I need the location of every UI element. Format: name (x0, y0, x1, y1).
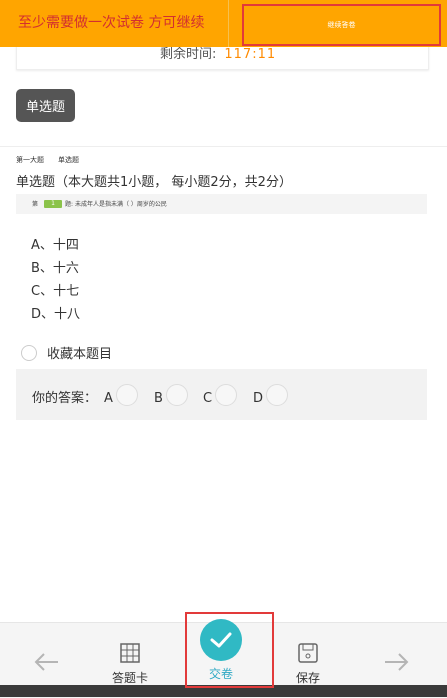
next-arrow-icon[interactable] (384, 650, 410, 674)
section-type: 单选题 (58, 156, 79, 164)
question-text: 题: 未成年人是指未满（ ）周岁的公民 (65, 201, 167, 208)
answer-radio-b[interactable] (165, 384, 188, 406)
answer-choice-d[interactable]: D (253, 381, 289, 406)
timer-value: 117:11 (224, 47, 277, 62)
save-icon (298, 643, 318, 663)
answer-choice-b[interactable]: B (154, 381, 188, 406)
divider (0, 146, 447, 147)
answer-card-button[interactable]: 答题卡 (112, 641, 148, 686)
answer-choice-label: C (203, 391, 213, 406)
banner-divider (228, 0, 229, 47)
answer-card-icon (120, 643, 140, 663)
question-number-badge: 1 (44, 199, 63, 208)
submit-button[interactable]: 交卷 (200, 619, 242, 682)
answer-choice-a[interactable]: A (104, 381, 138, 406)
notice-text: 至少需要做一次试卷 方可继续 (18, 15, 205, 31)
option-b: B、十六 (31, 261, 79, 276)
answer-label: 你的答案： (32, 391, 98, 406)
save-button[interactable]: 保存 (296, 641, 320, 686)
timer-label: 剩余时间: (160, 47, 217, 62)
previous-arrow-icon[interactable] (33, 650, 59, 674)
check-icon (200, 619, 242, 661)
option-d: D、十八 (31, 307, 81, 322)
answer-radio-a[interactable] (115, 384, 138, 406)
answer-radio-c[interactable] (215, 384, 238, 406)
option-c: C、十七 (31, 284, 80, 299)
favorite-toggle[interactable]: 收藏本题目 (21, 343, 112, 362)
option-a: A、十四 (31, 238, 79, 253)
question-text-row: 第 1 题: 未成年人是指未满（ ）周岁的公民 (32, 199, 167, 208)
question-prefix: 第 (32, 201, 39, 208)
answer-choice-c[interactable]: C (203, 381, 238, 406)
answer-radio-d[interactable] (266, 384, 289, 406)
answer-card-label: 答题卡 (112, 671, 149, 685)
answer-choice-label: A (104, 391, 113, 406)
section-part: 第一大题 (16, 156, 44, 164)
answer-choice-label: B (154, 391, 163, 406)
favorite-radio[interactable] (21, 344, 37, 361)
save-label: 保存 (296, 671, 321, 685)
exam-page: 剩余时间: 117:11 至少需要做一次试卷 方可继续 继续答卷 单选题 第一大题… (0, 0, 447, 698)
submit-label: 交卷 (208, 667, 233, 681)
notice-banner: 至少需要做一次试卷 方可继续 继续答卷 (0, 0, 447, 47)
continue-exam-button[interactable]: 继续答卷 (242, 4, 441, 46)
favorite-label: 收藏本题目 (47, 347, 113, 362)
question-type-button[interactable]: 单选题 (16, 89, 75, 122)
question-heading: 单选题（本大题共1小题， 每小题2分，共2分） (16, 175, 292, 190)
section-title: 第一大题 单选题 (16, 155, 93, 165)
answer-choice-label: D (253, 391, 264, 406)
